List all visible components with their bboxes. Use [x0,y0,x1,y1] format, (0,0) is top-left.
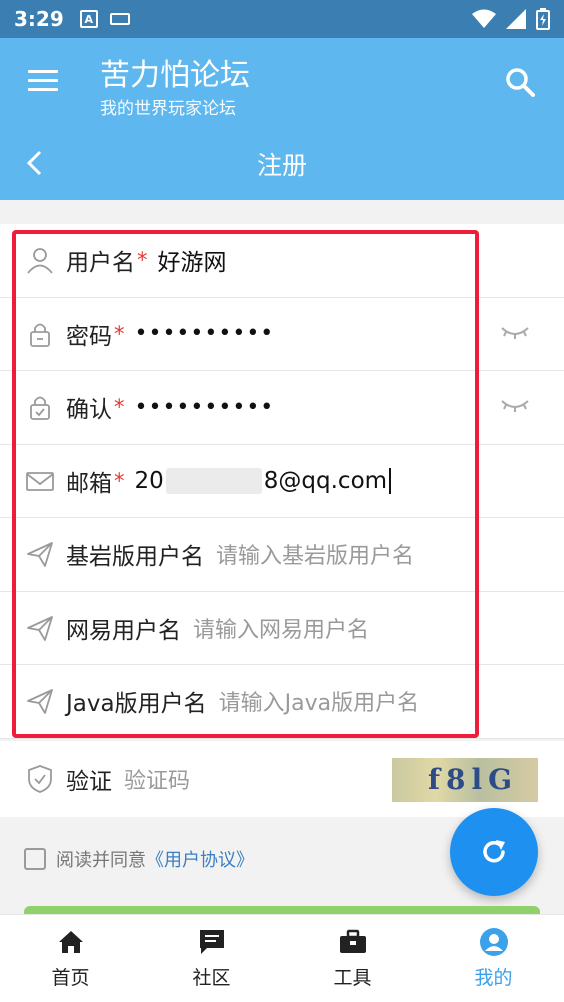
refresh-icon [483,840,505,863]
netease-username-field[interactable]: 网易用户名 请输入网易用户名 [0,592,564,665]
password-value[interactable]: •••••••••• [135,321,275,346]
app-title: 苦力怕论坛 [100,58,250,93]
chat-icon [199,930,224,954]
confirm-value[interactable]: •••••••••• [135,395,275,420]
shield-check-icon [28,765,52,793]
eye-closed-icon[interactable] [500,397,530,413]
bedrock-input[interactable]: 请输入基岩版用户名 [216,538,414,570]
profile-icon [479,928,508,956]
battery-icon [536,8,550,30]
eye-closed-icon[interactable] [500,324,530,340]
captcha-input[interactable]: 验证码 [124,763,190,795]
email-label: 邮箱 [66,470,112,497]
notification-a-icon: A [79,10,98,28]
email-field[interactable]: 邮箱 * 20 8@qq.com [0,445,564,518]
page-header: 注册 [0,126,564,200]
status-time: 3:29 [14,7,64,31]
nav-home-label: 首页 [51,967,90,989]
menu-icon[interactable] [28,70,58,92]
password-field[interactable]: 密码 * •••••••••• [0,298,564,371]
java-label: Java版用户名 [66,691,207,718]
netease-input[interactable]: 请输入网易用户名 [193,612,369,644]
password-label: 密码 [66,323,112,350]
bedrock-label: 基岩版用户名 [66,544,204,571]
java-input[interactable]: 请输入Java版用户名 [219,685,419,717]
signal-icon [506,9,526,29]
username-label: 用户名 [66,250,135,277]
agree-checkbox[interactable] [24,848,46,870]
nav-profile-label: 我的 [474,967,513,989]
username-value[interactable]: 好游网 [158,243,227,277]
user-icon [27,248,53,274]
captcha-image[interactable]: f8lG [392,758,538,802]
refresh-button[interactable] [450,808,538,896]
confirm-password-field[interactable]: 确认 * •••••••••• [0,371,564,445]
app-bar: 苦力怕论坛 我的世界玩家论坛 [0,38,564,126]
nav-community[interactable]: 社区 [141,915,282,1002]
status-bar: 3:29 A [0,0,564,38]
user-agreement-link[interactable]: 《用户协议》 [146,846,254,872]
nav-tools[interactable]: 工具 [282,915,423,1002]
required-mark: * [114,321,125,346]
required-mark: * [114,468,125,493]
captcha-label: 验证 [66,769,112,795]
email-suffix: 8@qq.com [263,467,388,494]
nav-profile[interactable]: 我的 [423,915,564,1002]
captcha-text: f8lG [428,763,519,796]
wifi-icon [472,9,496,28]
required-mark: * [114,395,125,420]
agree-text: 阅读并同意 [56,850,146,871]
page-title: 注册 [256,151,307,180]
paper-plane-icon [27,615,53,641]
redaction-blur [165,468,262,494]
email-value[interactable]: 20 8@qq.com [134,467,392,494]
email-prefix: 20 [134,467,164,494]
toolbox-icon [339,929,366,953]
confirm-label: 确认 [66,397,112,424]
lock-check-icon [30,396,50,421]
keyboard-icon [109,13,130,25]
text-cursor [389,468,392,494]
paper-plane-icon [27,542,53,568]
java-username-field[interactable]: Java版用户名 请输入Java版用户名 [0,665,564,739]
paper-plane-icon [27,689,53,715]
nav-community-label: 社区 [192,967,231,989]
app-subtitle: 我的世界玩家论坛 [100,99,236,119]
captcha-field[interactable]: 验证 验证码 f8lG [0,741,564,817]
netease-label: 网易用户名 [66,617,181,644]
nav-home[interactable]: 首页 [0,915,141,1002]
home-icon [58,931,83,953]
lock-icon [30,323,50,347]
mail-icon [26,471,54,491]
bottom-nav: 首页 社区 工具 我的 [0,914,564,1002]
bedrock-username-field[interactable]: 基岩版用户名 请输入基岩版用户名 [0,518,564,592]
required-mark: * [137,248,148,273]
username-field[interactable]: 用户名 * 好游网 [0,224,564,298]
agreement-row: 阅读并同意 《用户协议》 [24,846,254,872]
search-icon[interactable] [504,66,536,98]
nav-tools-label: 工具 [333,967,372,989]
register-form: 用户名 * 好游网 密码 * •••••••••• 确认 * •••••••••… [0,224,564,739]
